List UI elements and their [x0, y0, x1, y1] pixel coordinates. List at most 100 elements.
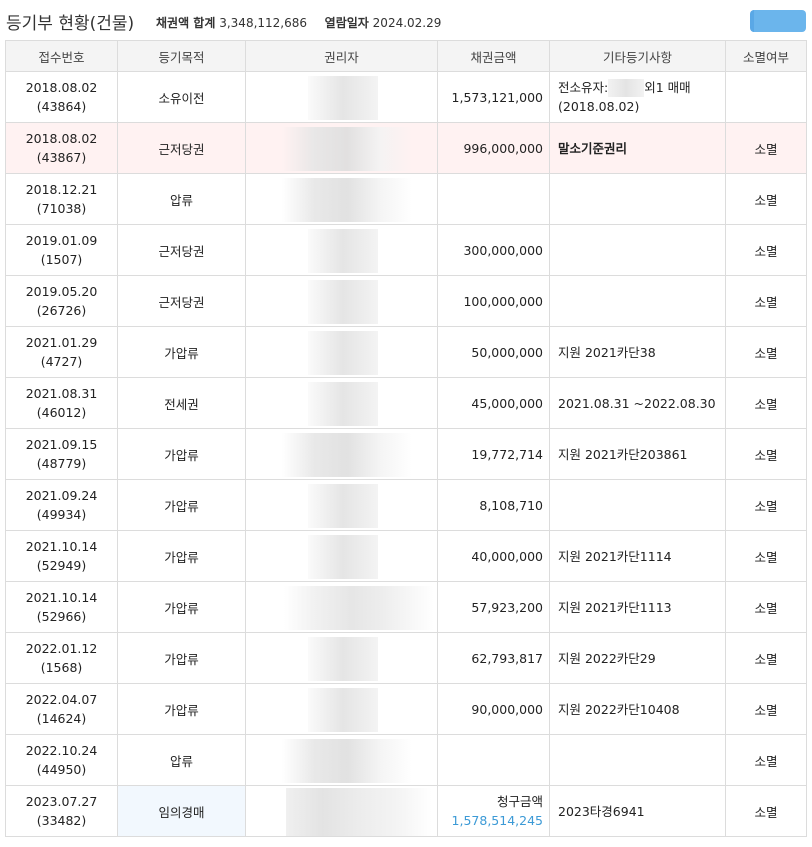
registry-table: 접수번호 등기목적 권리자 채권금액 기타등기사항 소멸여부 2018.08.0… — [5, 40, 807, 837]
note-cell — [549, 734, 726, 786]
total-label: 채권액 합계 — [156, 16, 216, 30]
page-title: 등기부 현황(건물) — [6, 14, 135, 34]
purpose-cell: 근저당권 — [117, 122, 246, 174]
receipt-cell: 2022.04.07 (14624) — [5, 683, 118, 735]
receipt-cell: 2023.07.27 (33482) — [5, 785, 118, 837]
note-cell — [549, 275, 726, 327]
holder-cell-redacted — [245, 173, 438, 225]
amount-cell: 8,108,710 — [437, 479, 550, 531]
amount-cell — [437, 173, 550, 225]
note-cell: 2021.08.31 ~2022.08.30 — [549, 377, 726, 429]
table-header-row: 접수번호 등기목적 권리자 채권금액 기타등기사항 소멸여부 — [5, 40, 807, 72]
redacted-name — [608, 79, 645, 98]
holder-cell-redacted — [245, 377, 438, 429]
receipt-cell: 2021.08.31 (46012) — [5, 377, 118, 429]
extinct-cell: 소멸 — [725, 122, 807, 174]
table-row: 2022.10.24 (44950) 압류 소멸 — [5, 734, 807, 786]
receipt-cell: 2019.01.09 (1507) — [5, 224, 118, 276]
receipt-cell: 2021.10.14 (52949) — [5, 530, 118, 582]
amount-cell: 45,000,000 — [437, 377, 550, 429]
note-cell: 지원 2021카단1114 — [549, 530, 726, 582]
purpose-cell: 근저당권 — [117, 224, 246, 276]
extinct-cell — [725, 71, 807, 123]
col-header-amount: 채권금액 — [437, 40, 550, 72]
table-row: 2021.01.29 (4727) 가압류 50,000,000 지원 2021카… — [5, 326, 807, 378]
receipt-cell: 2022.10.24 (44950) — [5, 734, 118, 786]
extinct-cell: 소멸 — [725, 326, 807, 378]
holder-cell-redacted — [245, 275, 438, 327]
amount-cell: 62,793,817 — [437, 632, 550, 684]
note-cell: 말소기준권리 — [549, 122, 726, 174]
table-row: 2018.12.21 (71038) 압류 소멸 — [5, 173, 807, 225]
table-row: 2019.01.09 (1507) 근저당권 300,000,000 소멸 — [5, 224, 807, 276]
purpose-cell: 전세권 — [117, 377, 246, 429]
amount-cell: 90,000,000 — [437, 683, 550, 735]
amount-cell: 100,000,000 — [437, 275, 550, 327]
holder-cell-redacted — [245, 581, 438, 633]
summary-meta: 채권액 합계 3,348,112,686 열람일자 2024.02.29 — [156, 14, 441, 31]
total-value: 3,348,112,686 — [219, 16, 308, 30]
holder-cell-redacted — [245, 632, 438, 684]
note-cell — [549, 224, 726, 276]
table-row: 2019.05.20 (26726) 근저당권 100,000,000 소멸 — [5, 275, 807, 327]
holder-cell-redacted — [245, 122, 438, 174]
receipt-cell: 2018.08.02 (43864) — [5, 71, 118, 123]
action-button[interactable] — [750, 10, 806, 32]
holder-cell-redacted — [245, 326, 438, 378]
receipt-cell: 2021.10.14 (52966) — [5, 581, 118, 633]
holder-cell-redacted — [245, 785, 438, 837]
col-header-receipt: 접수번호 — [5, 40, 118, 72]
note-cell: 전소유자: 외1 매매(2018.08.02) — [549, 71, 726, 123]
note-cell — [549, 479, 726, 531]
extinct-cell: 소멸 — [725, 785, 807, 837]
extinct-cell: 소멸 — [725, 428, 807, 480]
receipt-cell: 2019.05.20 (26726) — [5, 275, 118, 327]
receipt-cell: 2021.09.24 (49934) — [5, 479, 118, 531]
view-date-label: 열람일자 — [324, 16, 369, 30]
purpose-cell: 압류 — [117, 734, 246, 786]
table-row: 2021.08.31 (46012) 전세권 45,000,000 2021.08… — [5, 377, 807, 429]
table-row: 2021.09.24 (49934) 가압류 8,108,710 소멸 — [5, 479, 807, 531]
holder-cell-redacted — [245, 224, 438, 276]
note-cell: 지원 2022카단29 — [549, 632, 726, 684]
col-header-note: 기타등기사항 — [549, 40, 726, 72]
purpose-cell: 가압류 — [117, 581, 246, 633]
amount-cell: 57,923,200 — [437, 581, 550, 633]
purpose-cell: 임의경매 — [117, 785, 246, 837]
extinct-cell: 소멸 — [725, 530, 807, 582]
col-header-holder: 권리자 — [245, 40, 438, 72]
extinct-cell: 소멸 — [725, 734, 807, 786]
amount-cell: 청구금액 1,578,514,245 — [437, 785, 550, 837]
table-row-base-right: 2018.08.02 (43867) 근저당권 996,000,000 말소기준권… — [5, 122, 807, 174]
amount-cell: 50,000,000 — [437, 326, 550, 378]
extinct-cell: 소멸 — [725, 275, 807, 327]
table-row: 2021.10.14 (52966) 가압류 57,923,200 지원 2021… — [5, 581, 807, 633]
holder-cell-redacted — [245, 428, 438, 480]
receipt-cell: 2022.01.12 (1568) — [5, 632, 118, 684]
amount-cell: 996,000,000 — [437, 122, 550, 174]
table-row: 2021.09.15 (48779) 가압류 19,772,714 지원 2021… — [5, 428, 807, 480]
note-cell: 지원 2021카단203861 — [549, 428, 726, 480]
amount-cell: 1,573,121,000 — [437, 71, 550, 123]
amount-cell: 300,000,000 — [437, 224, 550, 276]
holder-cell-redacted — [245, 530, 438, 582]
extinct-cell: 소멸 — [725, 377, 807, 429]
page-header: 등기부 현황(건물) 채권액 합계 3,348,112,686 열람일자 202… — [6, 8, 806, 36]
extinct-cell: 소멸 — [725, 581, 807, 633]
purpose-cell: 가압류 — [117, 326, 246, 378]
receipt-cell: 2021.09.15 (48779) — [5, 428, 118, 480]
amount-cell: 19,772,714 — [437, 428, 550, 480]
purpose-cell: 소유이전 — [117, 71, 246, 123]
note-cell: 지원 2021카단38 — [549, 326, 726, 378]
col-header-extinct: 소멸여부 — [725, 40, 807, 72]
view-date-value: 2024.02.29 — [372, 16, 442, 30]
holder-cell-redacted — [245, 479, 438, 531]
claim-amount-link[interactable]: 1,578,514,245 — [438, 811, 543, 830]
holder-cell-redacted — [245, 683, 438, 735]
extinct-cell: 소멸 — [725, 173, 807, 225]
table-row: 2018.08.02 (43864) 소유이전 1,573,121,000 전소유… — [5, 71, 807, 123]
note-cell: 2023타경6941 — [549, 785, 726, 837]
purpose-cell: 가압류 — [117, 530, 246, 582]
purpose-cell: 압류 — [117, 173, 246, 225]
holder-cell-redacted — [245, 71, 438, 123]
